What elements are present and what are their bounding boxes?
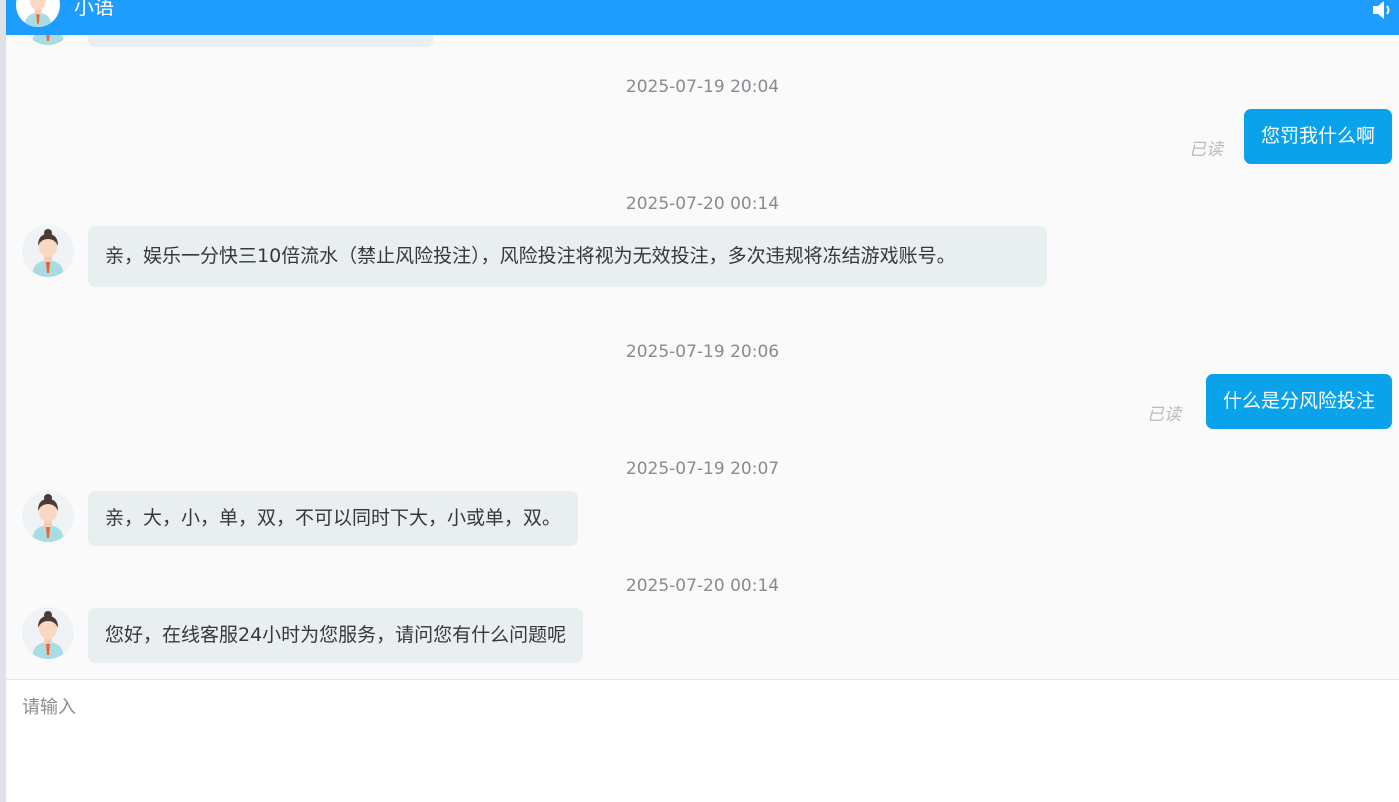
chat-title: 小语 — [74, 0, 114, 19]
message-timestamp: 2025-07-19 20:04 — [625, 77, 780, 97]
agent-avatar — [22, 35, 74, 45]
agent-avatar — [16, 0, 60, 27]
message-timestamp: 2025-07-19 20:07 — [625, 459, 780, 479]
message-input-area — [6, 679, 1399, 802]
outgoing-message-bubble: 您罚我什么啊 — [1243, 109, 1392, 164]
incoming-message-bubble: 亲，娱乐一分快三10倍流水（禁止风险投注），风险投注将视为无效投注，多次违规将冻… — [88, 226, 1047, 287]
message-timestamp: 2025-07-20 00:14 — [625, 194, 780, 214]
speaker-icon[interactable] — [1371, 0, 1395, 20]
message-timestamp: 2025-07-20 00:14 — [625, 576, 780, 596]
agent-avatar — [22, 607, 74, 659]
chat-header: 小语 — [6, 0, 1399, 35]
read-status: 已读 — [1147, 405, 1181, 425]
read-status: 已读 — [1189, 140, 1223, 160]
agent-avatar — [22, 490, 74, 542]
incoming-message-bubble: 亲，大，小，单，双，不可以同时下大，小或单，双。 — [88, 491, 579, 546]
outgoing-message-bubble: 什么是分风险投注 — [1205, 374, 1392, 429]
chat-window: 2025-07-19 20:04 已读 您罚我什么啊 2025-07-20 00… — [0, 0, 1399, 802]
agent-avatar — [22, 225, 74, 277]
incoming-message-bubble: 您好，在线客服24小时为您服务，请问您有什么问题呢 — [88, 608, 584, 663]
message-bubble-partial — [88, 35, 433, 47]
message-timestamp: 2025-07-19 20:06 — [625, 342, 780, 362]
message-list[interactable]: 2025-07-19 20:04 已读 您罚我什么啊 2025-07-20 00… — [6, 35, 1399, 679]
message-input[interactable] — [6, 680, 1399, 802]
